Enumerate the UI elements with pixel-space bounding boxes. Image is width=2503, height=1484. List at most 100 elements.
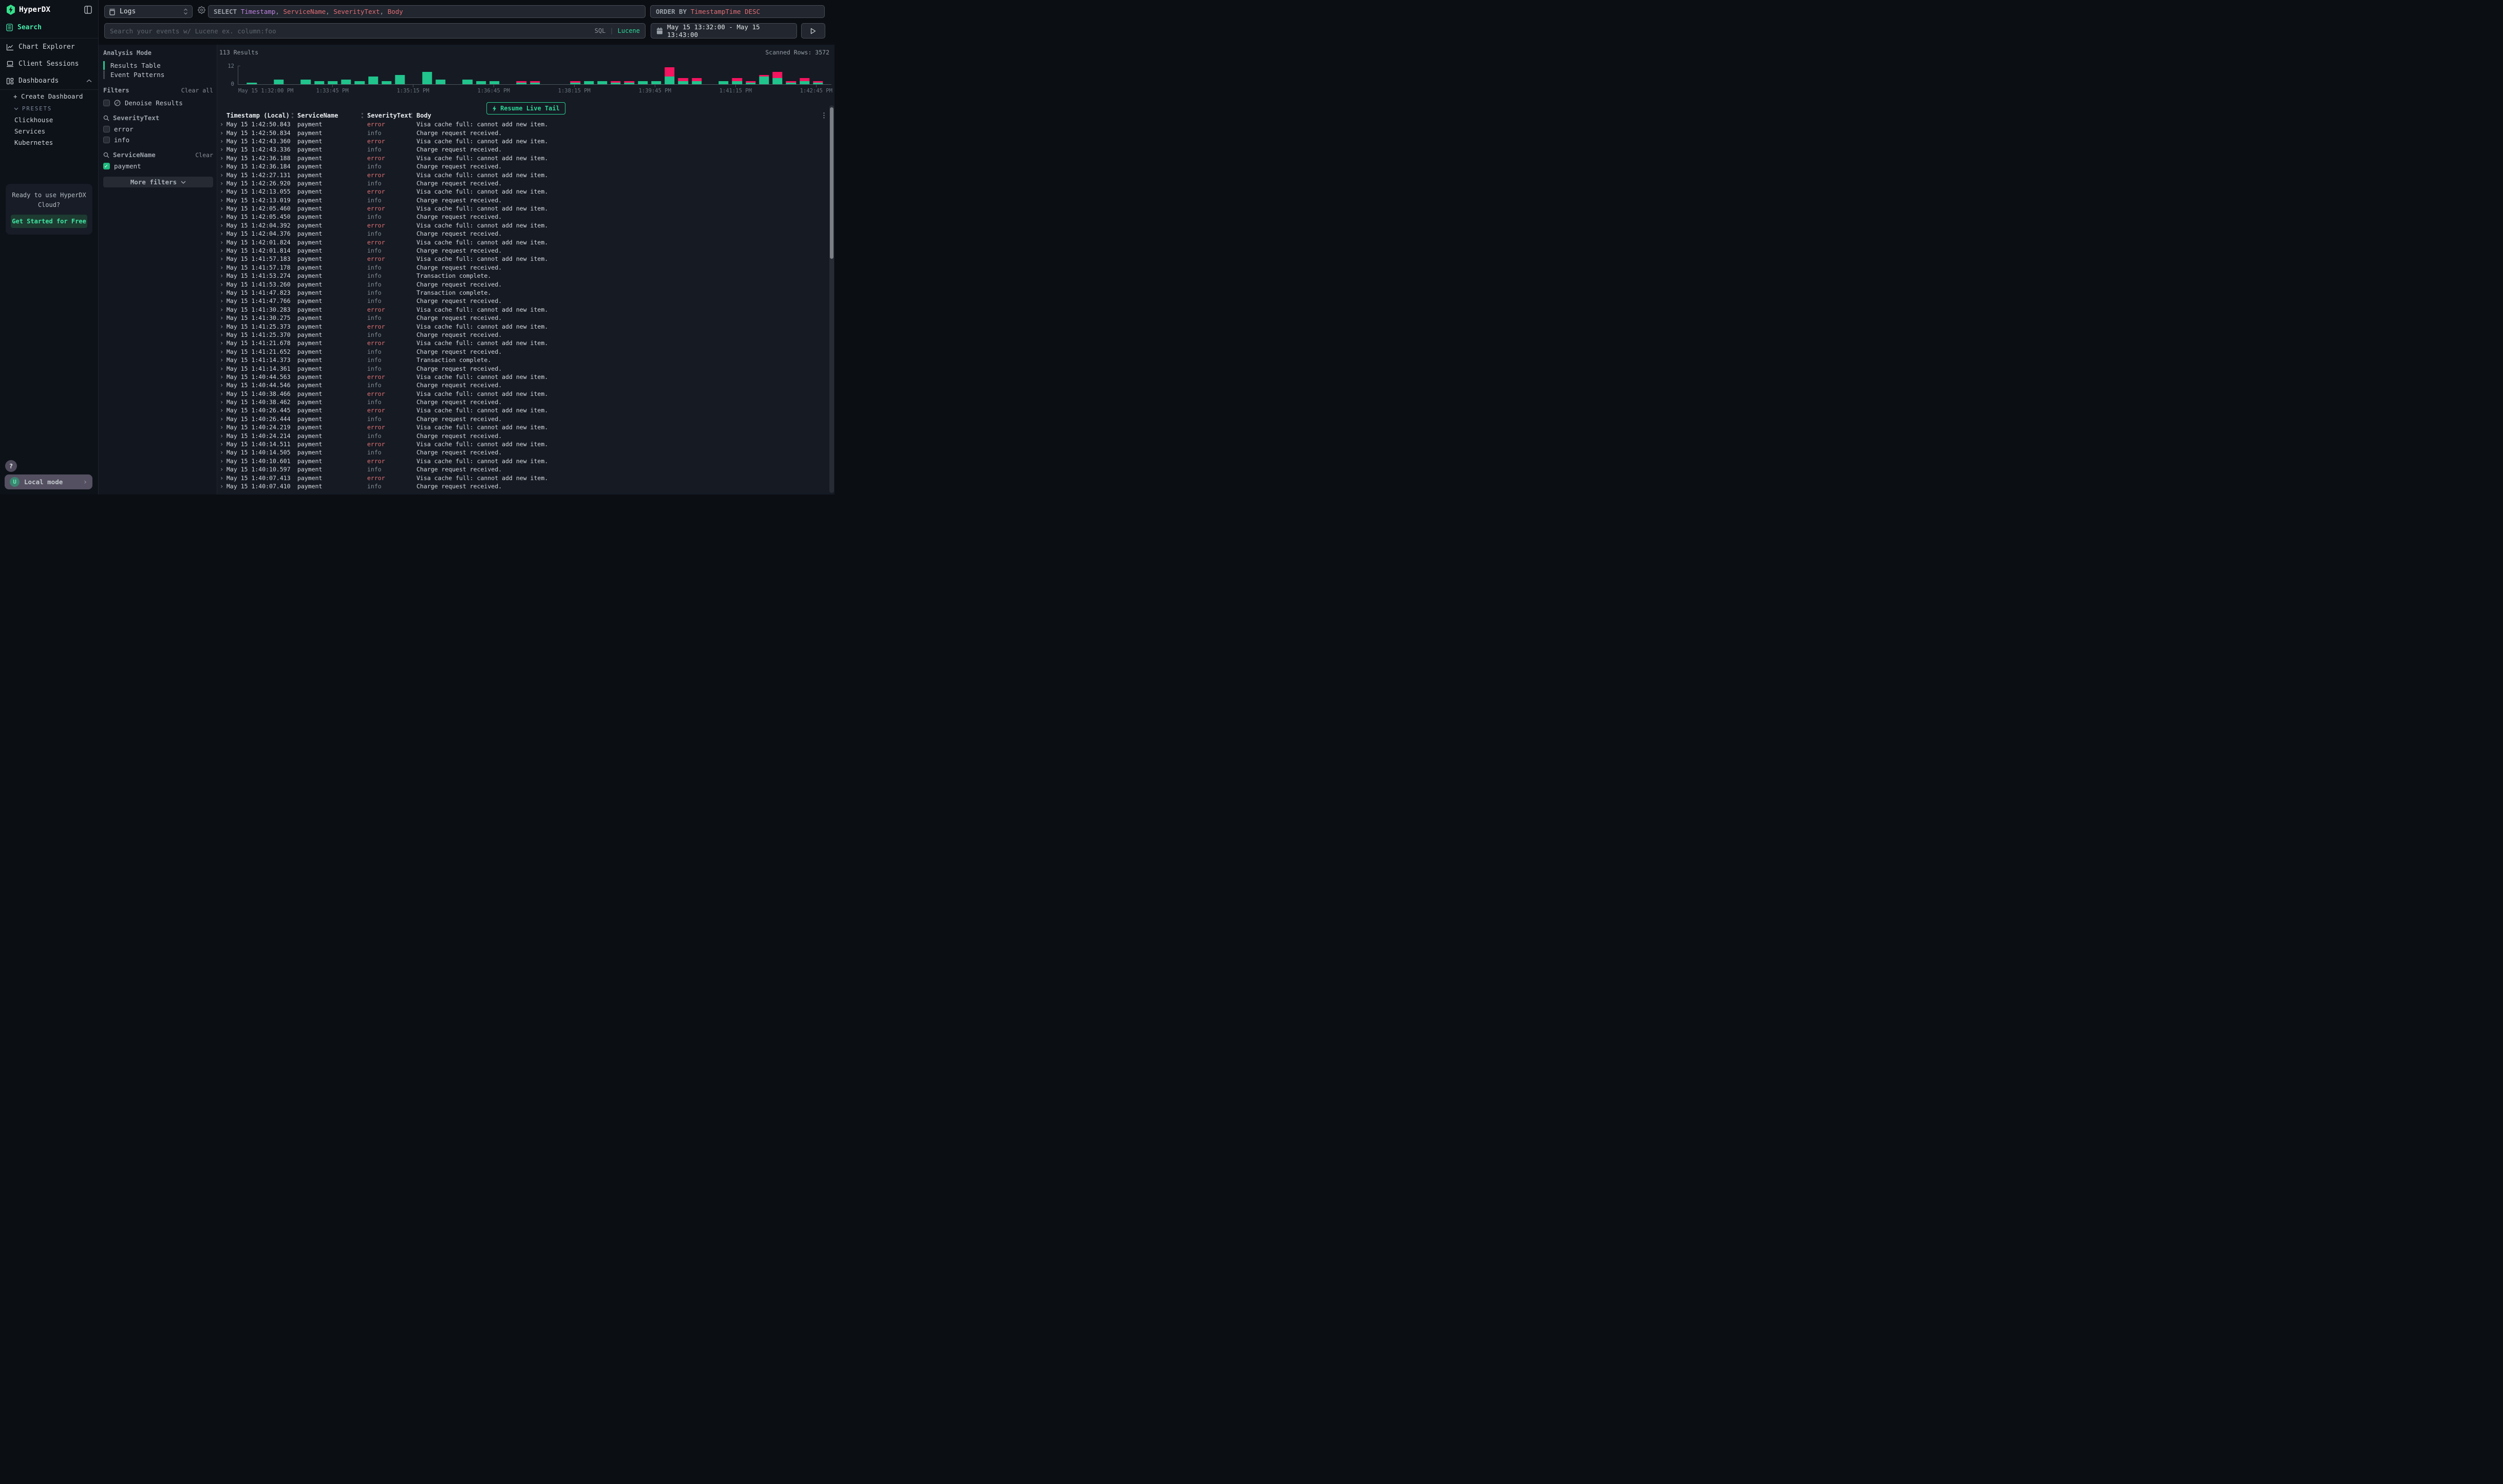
lucene-mode-toggle[interactable]: Lucene: [618, 27, 640, 34]
row-expand-chevron-icon[interactable]: ›: [219, 314, 226, 321]
histogram-bar[interactable]: [422, 72, 432, 84]
run-query-button[interactable]: [801, 23, 825, 39]
tab-event-patterns[interactable]: Event Patterns: [103, 70, 213, 79]
presets-toggle[interactable]: PRESETS: [0, 103, 98, 114]
row-expand-chevron-icon[interactable]: ›: [219, 390, 226, 397]
histogram-bar[interactable]: [665, 67, 674, 84]
row-expand-chevron-icon[interactable]: ›: [219, 289, 226, 296]
histogram-bar[interactable]: [786, 81, 796, 84]
scrollbar-thumb[interactable]: [830, 107, 833, 259]
row-expand-chevron-icon[interactable]: ›: [219, 264, 226, 271]
histogram-bar[interactable]: [274, 80, 283, 84]
row-expand-chevron-icon[interactable]: ›: [219, 213, 226, 220]
table-options-kebab-icon[interactable]: ⋮: [819, 112, 827, 120]
histogram-bar[interactable]: [651, 81, 661, 84]
table-row[interactable]: ›May 15 1:41:47.823 PMpaymentinfoTransac…: [219, 289, 827, 297]
table-row[interactable]: ›May 15 1:41:25.370 PMpaymentinfoCharge …: [219, 331, 827, 339]
row-expand-chevron-icon[interactable]: ›: [219, 155, 226, 162]
filter-option-error[interactable]: error: [103, 125, 213, 133]
filter-option-info[interactable]: info: [103, 136, 213, 144]
row-expand-chevron-icon[interactable]: ›: [219, 441, 226, 448]
histogram-bar[interactable]: [435, 80, 445, 84]
table-row[interactable]: ›May 15 1:42:04.376 PMpaymentinfoCharge …: [219, 230, 827, 238]
source-select[interactable]: Logs: [104, 5, 193, 18]
row-expand-chevron-icon[interactable]: ›: [219, 180, 226, 187]
more-filters-button[interactable]: More filters: [103, 177, 213, 187]
table-row[interactable]: ›May 15 1:42:36.184 PMpaymentinfoCharge …: [219, 162, 827, 170]
resume-live-tail-button[interactable]: Resume Live Tail: [486, 102, 565, 115]
filter-option-payment[interactable]: payment: [103, 162, 213, 170]
help-button[interactable]: ?: [5, 460, 17, 472]
histogram-bar[interactable]: [476, 81, 486, 84]
row-expand-chevron-icon[interactable]: ›: [219, 255, 226, 262]
sidebar-item-chart-explorer[interactable]: Chart Explorer: [0, 39, 98, 55]
row-expand-chevron-icon[interactable]: ›: [219, 188, 226, 195]
row-expand-chevron-icon[interactable]: ›: [219, 483, 226, 490]
histogram-bar[interactable]: [382, 81, 391, 84]
row-expand-chevron-icon[interactable]: ›: [219, 348, 226, 355]
table-row[interactable]: ›May 15 1:40:26.445 PMpaymenterrorVisa c…: [219, 406, 827, 414]
histogram-bar[interactable]: [638, 81, 648, 84]
histogram-bar[interactable]: [314, 81, 324, 84]
row-expand-chevron-icon[interactable]: ›: [219, 172, 226, 179]
histogram-bar[interactable]: [341, 80, 351, 84]
table-row[interactable]: ›May 15 1:41:14.361 PMpaymentinfoCharge …: [219, 364, 827, 372]
gear-icon[interactable]: [198, 6, 205, 14]
histogram-bar[interactable]: [571, 81, 580, 84]
row-expand-chevron-icon[interactable]: ›: [219, 163, 226, 170]
row-expand-chevron-icon[interactable]: ›: [219, 466, 226, 473]
row-expand-chevron-icon[interactable]: ›: [219, 458, 226, 465]
table-row[interactable]: ›May 15 1:42:05.450 PMpaymentinfoCharge …: [219, 213, 827, 221]
table-row[interactable]: ›May 15 1:40:10.597 PMpaymentinfoCharge …: [219, 465, 827, 473]
sidebar-item-dashboards[interactable]: Dashboards: [0, 72, 98, 89]
table-row[interactable]: ›May 15 1:40:24.214 PMpaymentinfoCharge …: [219, 431, 827, 440]
histogram-bar[interactable]: [678, 78, 688, 84]
row-expand-chevron-icon[interactable]: ›: [219, 230, 226, 237]
table-row[interactable]: ›May 15 1:42:43.360 PMpaymenterrorVisa c…: [219, 137, 827, 145]
row-expand-chevron-icon[interactable]: ›: [219, 239, 226, 246]
table-row[interactable]: ›May 15 1:41:21.652 PMpaymentinfoCharge …: [219, 348, 827, 356]
table-row[interactable]: ›May 15 1:41:57.178 PMpaymentinfoCharge …: [219, 263, 827, 272]
histogram-bar[interactable]: [584, 81, 594, 84]
search-input[interactable]: [110, 27, 591, 35]
table-row[interactable]: ›May 15 1:41:14.373 PMpaymentinfoTransac…: [219, 356, 827, 364]
histogram-bar[interactable]: [800, 78, 809, 84]
preset-services[interactable]: Services: [0, 125, 98, 137]
histogram-bar[interactable]: [368, 77, 378, 84]
row-expand-chevron-icon[interactable]: ›: [219, 331, 226, 338]
histogram-bar[interactable]: [732, 78, 742, 84]
col-servicename[interactable]: ServiceName: [292, 112, 362, 119]
table-row[interactable]: ›May 15 1:40:26.444 PMpaymentinfoCharge …: [219, 415, 827, 423]
select-clause-input[interactable]: SELECT Timestamp, ServiceName, SeverityT…: [208, 5, 646, 18]
row-expand-chevron-icon[interactable]: ›: [219, 407, 226, 414]
table-row[interactable]: ›May 15 1:41:21.678 PMpaymenterrorVisa c…: [219, 339, 827, 347]
row-expand-chevron-icon[interactable]: ›: [219, 205, 226, 212]
tab-results-table[interactable]: Results Table: [103, 61, 213, 70]
table-row[interactable]: ›May 15 1:40:38.466 PMpaymenterrorVisa c…: [219, 390, 827, 398]
row-expand-chevron-icon[interactable]: ›: [219, 424, 226, 431]
table-row[interactable]: ›May 15 1:40:14.505 PMpaymentinfoCharge …: [219, 448, 827, 456]
row-expand-chevron-icon[interactable]: ›: [219, 356, 226, 364]
row-expand-chevron-icon[interactable]: ›: [219, 138, 226, 145]
preset-clickhouse[interactable]: Clickhouse: [0, 114, 98, 125]
sidebar-item-search[interactable]: Search: [0, 18, 98, 38]
table-row[interactable]: ›May 15 1:41:25.373 PMpaymenterrorVisa c…: [219, 322, 827, 330]
row-expand-chevron-icon[interactable]: ›: [219, 272, 226, 279]
table-row[interactable]: ›May 15 1:42:13.055 PMpaymenterrorVisa c…: [219, 187, 827, 196]
table-row[interactable]: ›May 15 1:40:44.546 PMpaymentinfoCharge …: [219, 381, 827, 389]
row-expand-chevron-icon[interactable]: ›: [219, 398, 226, 406]
search-icon[interactable]: [103, 152, 109, 158]
table-row[interactable]: ›May 15 1:41:53.274 PMpaymentinfoTransac…: [219, 272, 827, 280]
histogram-bar[interactable]: [746, 81, 755, 84]
table-row[interactable]: ›May 15 1:41:30.275 PMpaymentinfoCharge …: [219, 314, 827, 322]
row-expand-chevron-icon[interactable]: ›: [219, 247, 226, 254]
histogram-bar[interactable]: [355, 81, 365, 84]
preset-kubernetes[interactable]: Kubernetes: [0, 137, 98, 148]
table-row[interactable]: ›May 15 1:40:07.410 PMpaymentinfoCharge …: [219, 482, 827, 490]
histogram-bar[interactable]: [772, 72, 782, 84]
histogram-bar[interactable]: [328, 81, 337, 84]
table-row[interactable]: ›May 15 1:42:27.131 PMpaymenterrorVisa c…: [219, 170, 827, 179]
row-expand-chevron-icon[interactable]: ›: [219, 373, 226, 380]
table-row[interactable]: ›May 15 1:40:07.413 PMpaymenterrorVisa c…: [219, 473, 827, 482]
table-row[interactable]: ›May 15 1:42:05.460 PMpaymenterrorVisa c…: [219, 204, 827, 213]
